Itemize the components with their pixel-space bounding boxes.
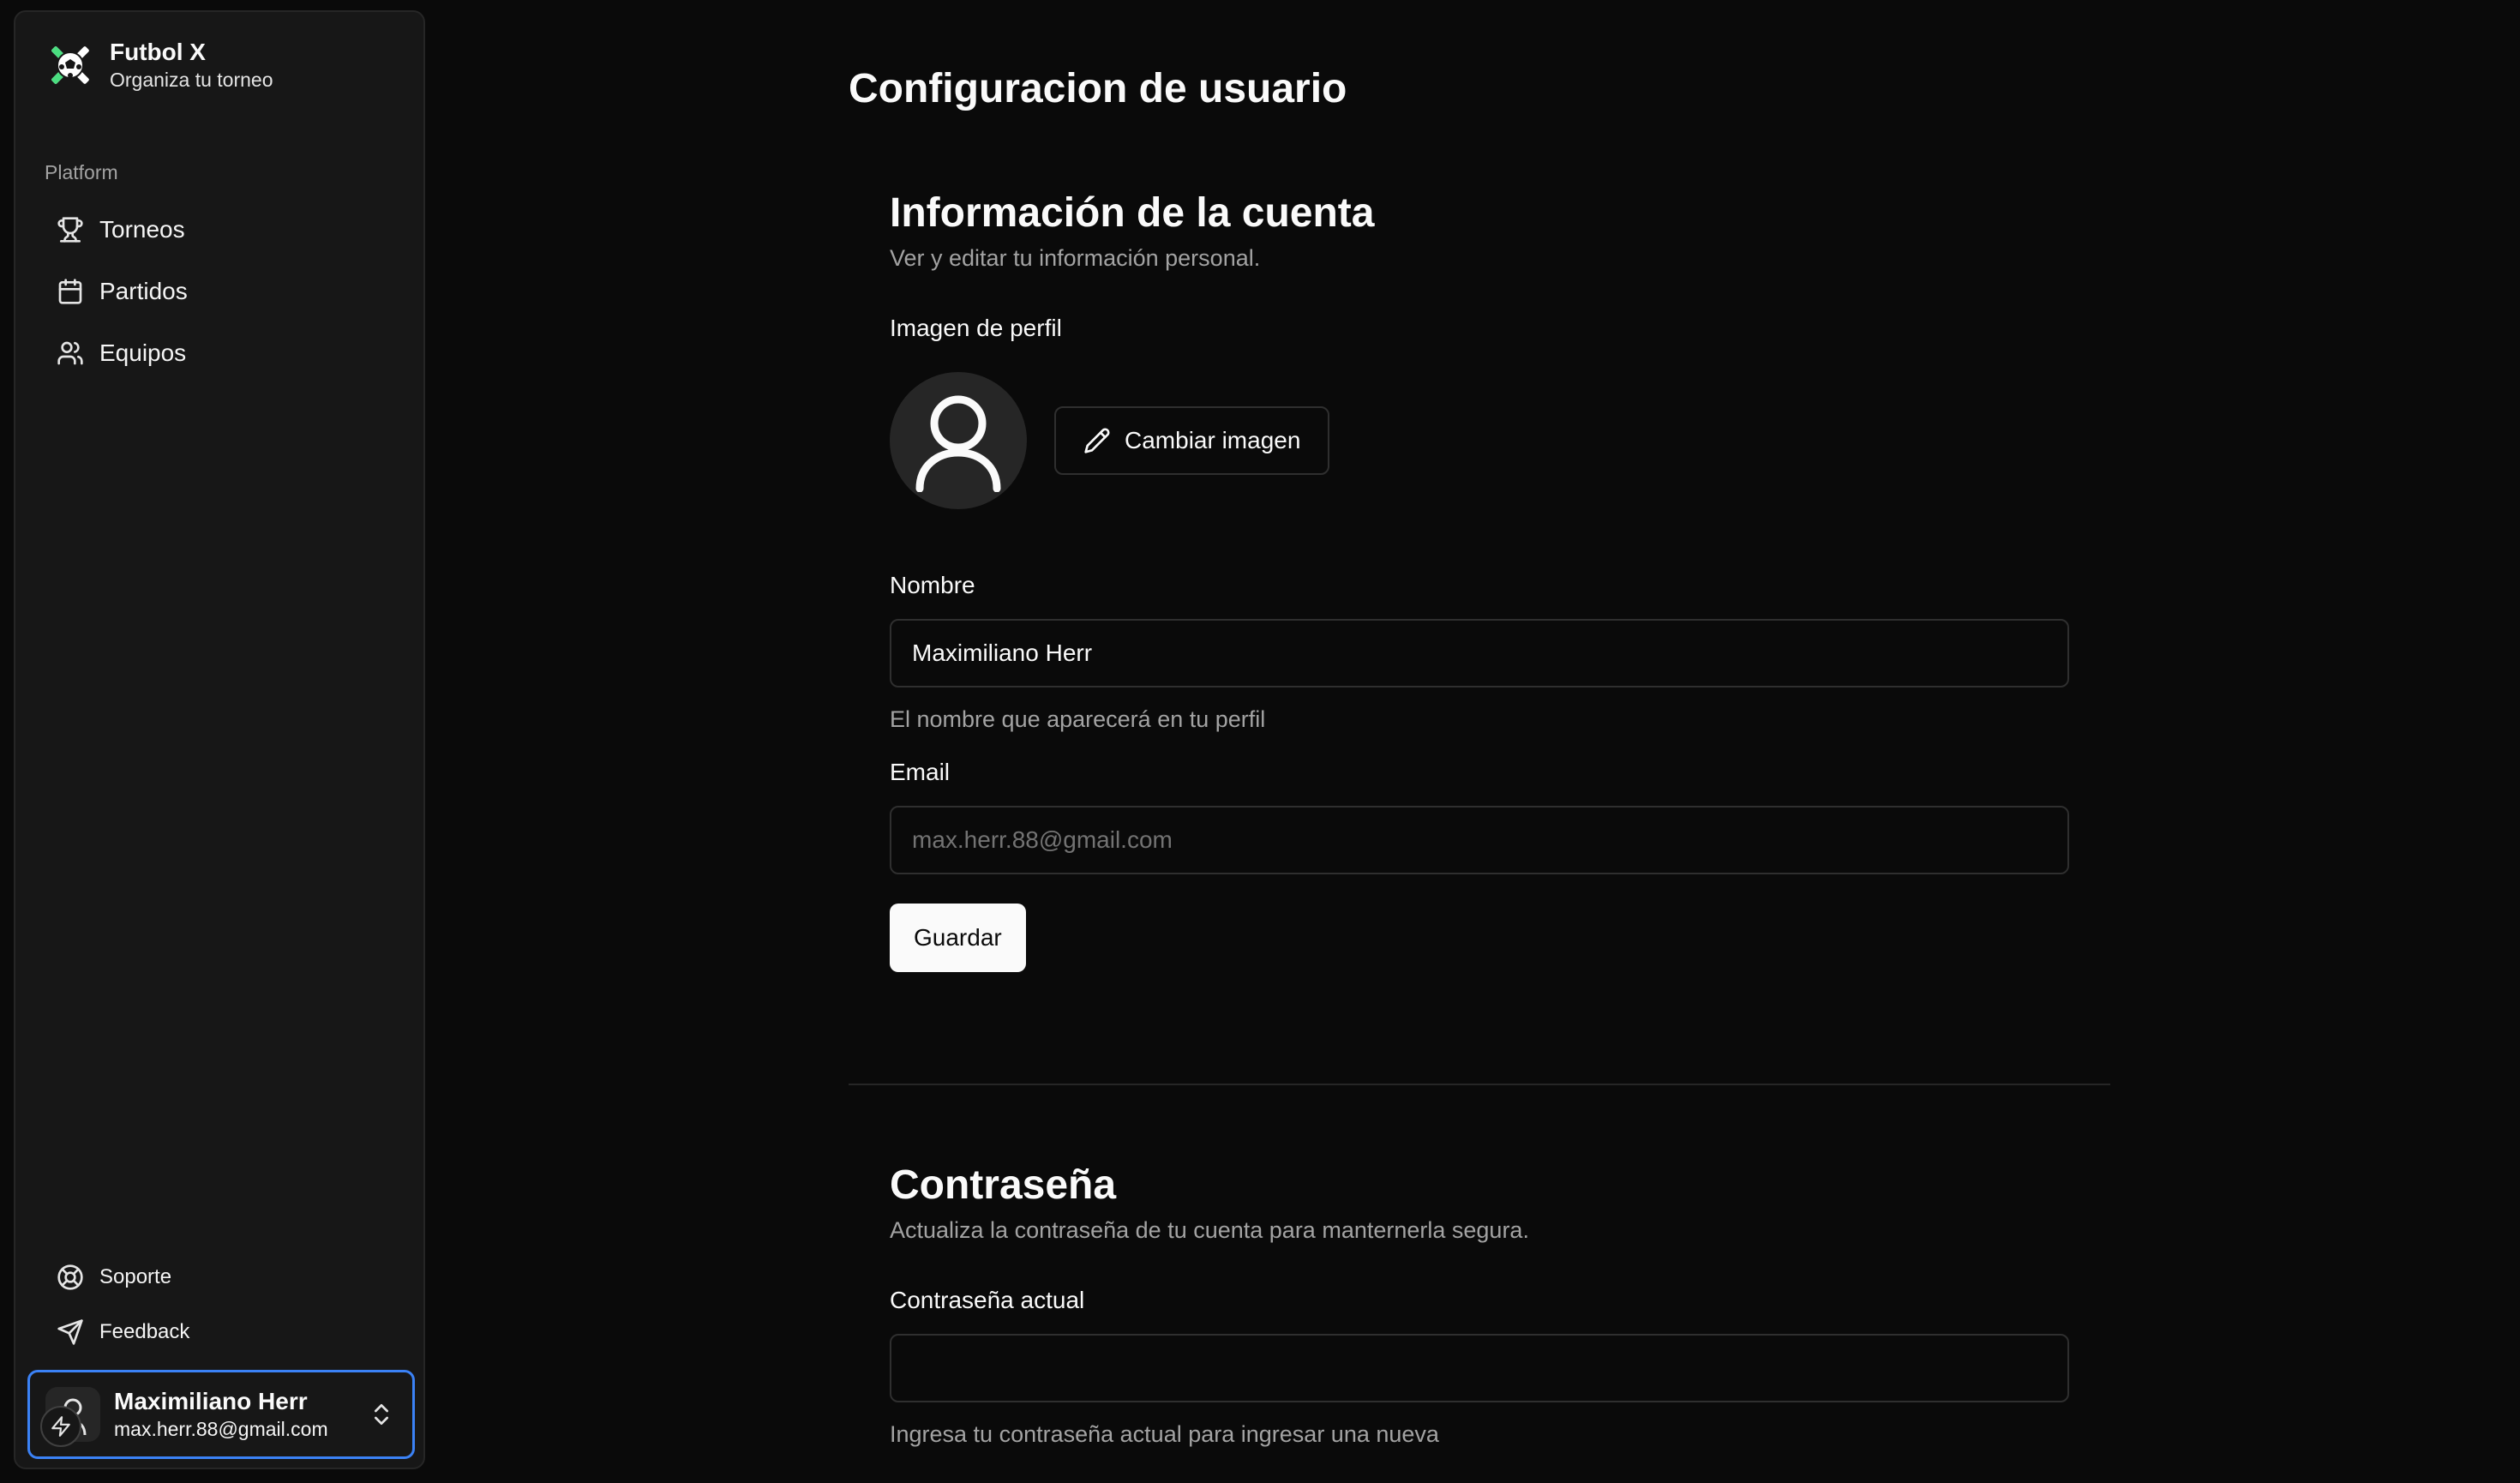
current-password-field[interactable] [890,1334,2069,1402]
section-divider [849,1084,2110,1085]
account-section-description: Ver y editar tu información personal. [890,245,1261,271]
sidebar-item-equipos[interactable]: Equipos [29,322,413,384]
user-menu-button[interactable]: Maximiliano Herr max.herr.88@gmail.com [27,1370,415,1459]
account-section: Información de la cuenta Ver y editar tu… [890,189,2069,972]
life-buoy-icon [57,1264,84,1291]
password-section: Contraseña Actualiza la contraseña de tu… [890,1161,2069,1449]
name-input[interactable] [890,619,2069,687]
name-help-text: El nombre que aparecerá en tu perfil [890,706,1266,732]
sidebar-item-soporte[interactable]: Soporte [29,1250,413,1305]
user-name: Maximiliano Herr [114,1388,308,1414]
brand-name: Futbol X [110,39,206,65]
brand-tagline: Organiza tu torneo [110,69,273,91]
sidebar-item-feedback[interactable]: Feedback [29,1305,413,1360]
password-section-title: Contraseña [890,1162,1117,1208]
sidebar: Futbol X Organiza tu torneo Platform Tor… [14,10,425,1469]
sidebar-item-label: Torneos [99,216,185,243]
sidebar-nav: Torneos Partidos Equipos [29,199,413,384]
current-password-label: Contraseña actual [890,1287,1085,1313]
change-image-button[interactable]: Cambiar imagen [1054,406,1330,475]
calendar-icon [57,278,84,305]
users-icon [57,339,84,367]
sidebar-item-partidos[interactable]: Partidos [29,261,413,322]
avatar-row: Cambiar imagen [890,372,2069,509]
sidebar-item-label: Soporte [99,1265,172,1288]
sidebar-footer-nav: Soporte Feedback [29,1250,413,1360]
brand[interactable]: Futbol X Organiza tu torneo [43,38,273,93]
user-email: max.herr.88@gmail.com [114,1418,328,1440]
sidebar-item-label: Equipos [99,339,187,366]
zap-icon [40,1406,81,1447]
user-icon [915,395,1001,492]
save-button[interactable]: Guardar [890,904,1026,972]
account-section-title: Información de la cuenta [890,190,1375,236]
current-password-help-text: Ingresa tu contraseña actual para ingres… [890,1421,1439,1447]
email-label: Email [890,759,951,785]
send-icon [57,1318,84,1346]
change-image-label: Cambiar imagen [1125,427,1301,453]
avatar-label: Imagen de perfil [890,315,1062,341]
main-content: Configuracion de usuario Información de … [849,0,2117,1483]
soccer-ball-logo-icon [43,38,98,93]
chevrons-up-down-icon [368,1401,395,1428]
nav-group-label: Platform [45,161,118,183]
name-label: Nombre [890,572,975,598]
sidebar-item-label: Feedback [99,1320,190,1343]
trophy-icon [57,216,84,243]
email-field[interactable] [890,806,2069,874]
sidebar-item-torneos[interactable]: Torneos [29,199,413,261]
page-title: Configuracion de usuario [849,66,1347,111]
profile-avatar [890,372,1027,509]
sidebar-item-label: Partidos [99,278,188,304]
password-section-description: Actualiza la contraseña de tu cuenta par… [890,1217,1529,1243]
avatar [40,1387,100,1447]
pencil-icon [1083,427,1111,454]
